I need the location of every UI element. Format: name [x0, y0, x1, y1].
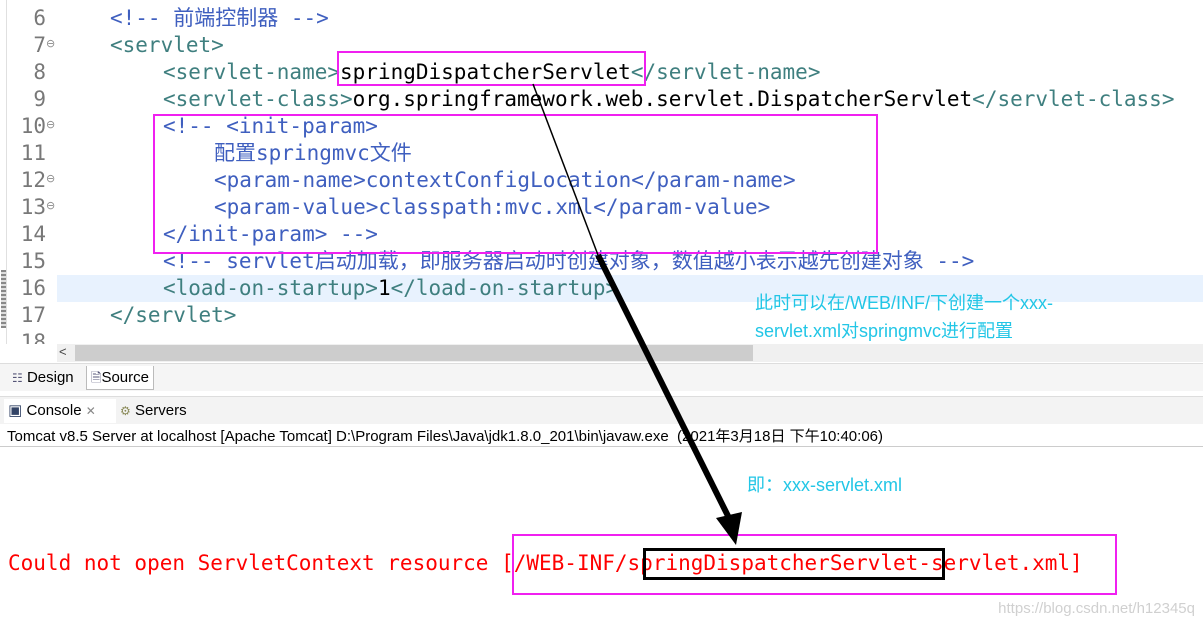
annotation-note-1b: servlet.xml对springmvc进行配置 [755, 321, 1014, 341]
annotation-note-1: 此时可以在/WEB/INF/下创建一个xxx- [755, 293, 1053, 313]
watermark: https://blog.csdn.net/h12345q [998, 600, 1195, 617]
arrow-thin-segment [532, 83, 599, 256]
annotation-note-2: 即：xxx-servlet.xml [747, 475, 903, 495]
arrow-thick-segment [595, 253, 733, 522]
arrow-head [716, 512, 742, 545]
